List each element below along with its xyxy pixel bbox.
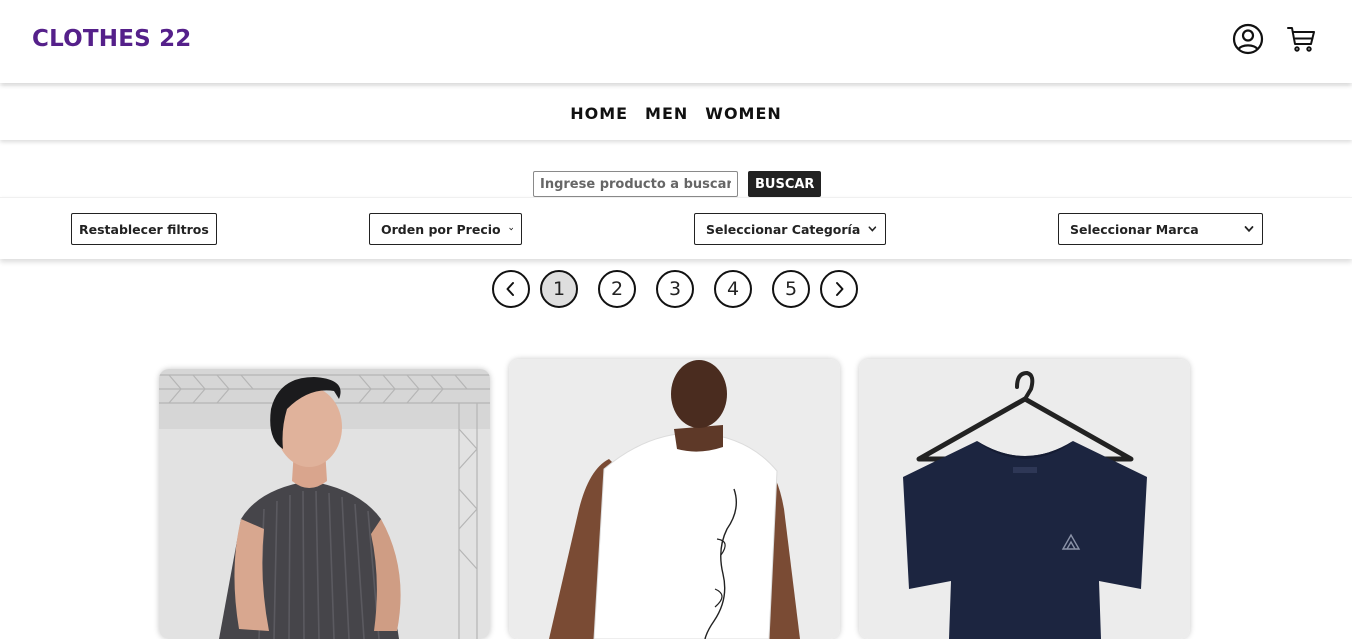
nav-link-women[interactable]: WOMEN bbox=[705, 104, 782, 123]
chevron-down-icon bbox=[868, 226, 877, 232]
search-input[interactable] bbox=[533, 171, 738, 197]
product-card[interactable] bbox=[509, 359, 840, 639]
brand-select[interactable]: Seleccionar Marca bbox=[1058, 213, 1263, 245]
reset-filters-button[interactable]: Restablecer filtros bbox=[71, 213, 217, 245]
page-button-4[interactable]: 4 bbox=[714, 270, 752, 308]
chevron-down-icon bbox=[1244, 226, 1254, 233]
search-bar: BUSCAR bbox=[533, 171, 822, 197]
nav-link-home[interactable]: HOME bbox=[570, 104, 628, 123]
chevron-left-icon bbox=[506, 282, 514, 296]
user-account-icon[interactable] bbox=[1231, 22, 1265, 56]
category-value: Seleccionar Categoría bbox=[706, 221, 861, 237]
page-button-1[interactable]: 1 bbox=[540, 270, 578, 308]
product-card[interactable] bbox=[159, 369, 490, 639]
brand-logo[interactable]: CLOTHES 22 bbox=[32, 26, 192, 52]
product-image bbox=[159, 369, 490, 639]
search-button[interactable]: BUSCAR bbox=[748, 171, 822, 197]
brand-value: Seleccionar Marca bbox=[1070, 221, 1199, 237]
chevron-down-icon bbox=[508, 227, 513, 231]
price-sort-select[interactable]: Orden por Precio bbox=[369, 213, 522, 245]
product-image bbox=[509, 359, 840, 639]
shopping-cart-icon[interactable] bbox=[1284, 22, 1318, 56]
chevron-right-icon bbox=[836, 282, 844, 296]
page-button-3[interactable]: 3 bbox=[656, 270, 694, 308]
product-image bbox=[859, 359, 1190, 639]
page-button-5[interactable]: 5 bbox=[772, 270, 810, 308]
filter-bar: Restablecer filtros Orden por Precio Sel… bbox=[0, 197, 1352, 259]
page-button-2[interactable]: 2 bbox=[598, 270, 636, 308]
prev-page-button[interactable] bbox=[492, 270, 530, 308]
nav-link-men[interactable]: MEN bbox=[645, 104, 688, 123]
top-header: CLOTHES 22 bbox=[0, 0, 1352, 83]
main-nav: HOME MEN WOMEN bbox=[0, 86, 1352, 140]
price-sort-value: Orden por Precio bbox=[381, 221, 501, 237]
next-page-button[interactable] bbox=[820, 270, 858, 308]
category-select[interactable]: Seleccionar Categoría bbox=[694, 213, 886, 245]
product-card[interactable] bbox=[859, 359, 1190, 639]
